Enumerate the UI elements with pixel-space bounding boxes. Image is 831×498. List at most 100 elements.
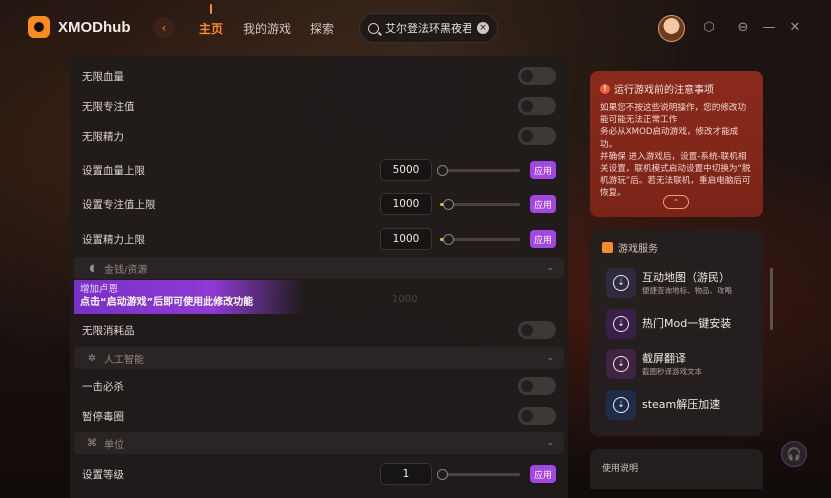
apply-button[interactable]: 应用 [530,230,556,248]
notice-title: 运行游戏前的注意事项 [614,85,714,96]
minimize-icon[interactable]: ⊖ [735,20,751,36]
stamina-max-slider[interactable] [440,233,520,245]
close-icon[interactable]: ✕ [787,20,803,36]
search-bar[interactable]: 艾尔登法环黑夜君临 × [359,13,498,43]
rune-amount-value: 1000 [392,294,418,305]
service-title: 截屏翻译 [642,351,686,365]
service-subtitle: 便捷查询地标、物品、攻略 [642,285,732,295]
section-unit[interactable]: ⌘ 单位 ⌄ [74,432,564,454]
slider-knob[interactable] [443,233,455,245]
nav-explore[interactable]: 探索 [310,20,334,37]
service-icon-tile: ⇣ [606,268,636,298]
nav-my-games[interactable]: 我的游戏 [243,20,291,37]
service-steam-accelerate[interactable]: ⇣ steam解压加速 [606,389,756,421]
chevron-down-icon: ⌄ [546,438,554,448]
services-header: 游戏服务 [602,240,658,255]
right-column-scrollbar[interactable] [770,268,773,330]
cheat-row-one-hit-kill: 一击必杀 [70,371,568,401]
app-logo[interactable]: XMODhub [28,16,131,38]
download-icon: ⇣ [613,275,629,291]
one-hit-kill-toggle[interactable] [518,377,556,395]
stamina-max-input[interactable]: 1000 [380,228,432,250]
restore-icon[interactable]: — [761,20,777,36]
cheat-label: 无限消耗品 [82,324,135,337]
service-text: 互动地图（游民） 便捷查询地标、物品、攻略 [642,271,732,296]
section-label: 单位 [104,439,124,451]
level-slider[interactable] [437,468,520,480]
clear-search-button[interactable]: × [477,22,489,34]
section-label: 人工智能 [104,354,144,366]
service-title: steam解压加速 [642,398,721,411]
cheat-label: 设置精力上限 [82,233,145,246]
service-icon-tile: ⇣ [606,390,636,420]
launch-game-tip-banner: 增加卢恩 点击“启动游戏”后即可使用此修改功能 [74,280,304,314]
back-button[interactable]: ‹ [153,17,175,39]
cheat-row-set-hp-max: 设置血量上限 5000 应用 [70,155,568,185]
avatar[interactable] [658,15,685,42]
tip-feature-name: 增加卢恩 [80,284,119,295]
chevron-down-icon: ⌄ [546,263,554,273]
unlimited-focus-toggle[interactable] [518,97,556,115]
section-ai[interactable]: ✲ 人工智能 ⌄ [74,347,564,369]
hp-max-input[interactable]: 5000 [380,159,432,181]
service-title: 互动地图（游民） [642,270,730,284]
tip-message: 点击“启动游戏”后即可使用此修改功能 [80,297,254,308]
unlimited-consumables-toggle[interactable] [518,321,556,339]
apply-button[interactable]: 应用 [530,161,556,179]
focus-max-input[interactable]: 1000 [380,193,432,215]
cheat-label: 暂停毒圈 [82,410,124,423]
section-money-resources[interactable]: ◖ 金钱/资源 ⌄ [74,257,564,279]
nav-home[interactable]: 主页 [199,20,223,37]
cheat-row-pause-poison-ring: 暂停毒圈 [70,401,568,431]
app-logo-text: XMODhub [58,18,131,36]
download-icon: ⇣ [613,356,629,372]
level-input[interactable]: 1 [380,463,432,485]
service-title: 热门Mod一键安装 [642,317,732,330]
ai-icon: ✲ [87,352,97,364]
cheat-row-unlimited-hp: 无限血量 [70,61,568,91]
chevron-down-icon: ⌄ [546,353,554,363]
apply-button[interactable]: 应用 [530,195,556,213]
cheat-row-set-focus-max: 设置专注值上限 1000 应用 [70,189,568,219]
unit-icon: ⌘ [87,437,97,449]
cheat-label: 设置等级 [82,468,124,481]
section-label: 金钱/资源 [104,264,148,276]
pre-launch-notice-card: ! 运行游戏前的注意事项 如果您不按这些说明操作，您的修改功能可能无法正常工作 … [590,71,763,217]
game-services-card: 游戏服务 ⇣ 互动地图（游民） 便捷查询地标、物品、攻略 ⇣ 热门Mod一键安装… [590,230,763,436]
cheat-row-unlimited-consumables: 无限消耗品 [70,315,568,345]
service-text: 热门Mod一键安装 [642,317,731,331]
service-interactive-map[interactable]: ⇣ 互动地图（游民） 便捷查询地标、物品、攻略 [606,267,756,299]
service-mod-install[interactable]: ⇣ 热门Mod一键安装 [606,308,756,340]
cheat-row-set-stamina-max: 设置精力上限 1000 应用 [70,224,568,254]
service-icon-tile: ⇣ [606,309,636,339]
cheat-label: 一击必杀 [82,380,124,393]
cheat-row-set-level: 设置等级 1 应用 [70,459,568,489]
notice-header: ! 运行游戏前的注意事项 [600,81,753,96]
usage-instructions-card: 使用说明 [590,449,763,489]
focus-max-slider[interactable] [440,198,520,210]
top-bar: XMODhub ‹ 主页 我的游戏 探索 艾尔登法环黑夜君临 × ⬡ ⊖ — ✕ [0,0,831,56]
cheat-label: 无限血量 [82,70,124,83]
services-title: 游戏服务 [618,244,658,255]
headset-icon[interactable]: 🎧 [781,441,807,467]
search-input[interactable]: 艾尔登法环黑夜君临 [385,20,471,36]
collapse-button[interactable]: ⌃ [663,195,689,209]
service-icon-tile: ⇣ [606,349,636,379]
search-icon [368,22,379,34]
service-text: steam解压加速 [642,398,720,412]
unlimited-hp-toggle[interactable] [518,67,556,85]
box-icon [602,242,613,253]
download-icon: ⇣ [613,397,629,413]
xmod-logo-icon [28,16,50,38]
hp-max-slider[interactable] [437,164,520,176]
pause-poison-ring-toggle[interactable] [518,407,556,425]
unlimited-stamina-toggle[interactable] [518,127,556,145]
slider-knob[interactable] [437,164,448,176]
apply-button[interactable]: 应用 [530,465,556,483]
slider-knob[interactable] [437,468,448,480]
cheat-settings-panel: 无限血量 无限专注值 无限精力 设置血量上限 5000 应用 设置专注值上限 1… [70,56,568,498]
slider-knob[interactable] [443,198,455,210]
service-screenshot-translate[interactable]: ⇣ 截屏翻译 截图秒译游戏文本 [606,348,756,380]
service-subtitle: 截图秒译游戏文本 [642,366,702,376]
settings-icon[interactable]: ⬡ [701,20,717,36]
